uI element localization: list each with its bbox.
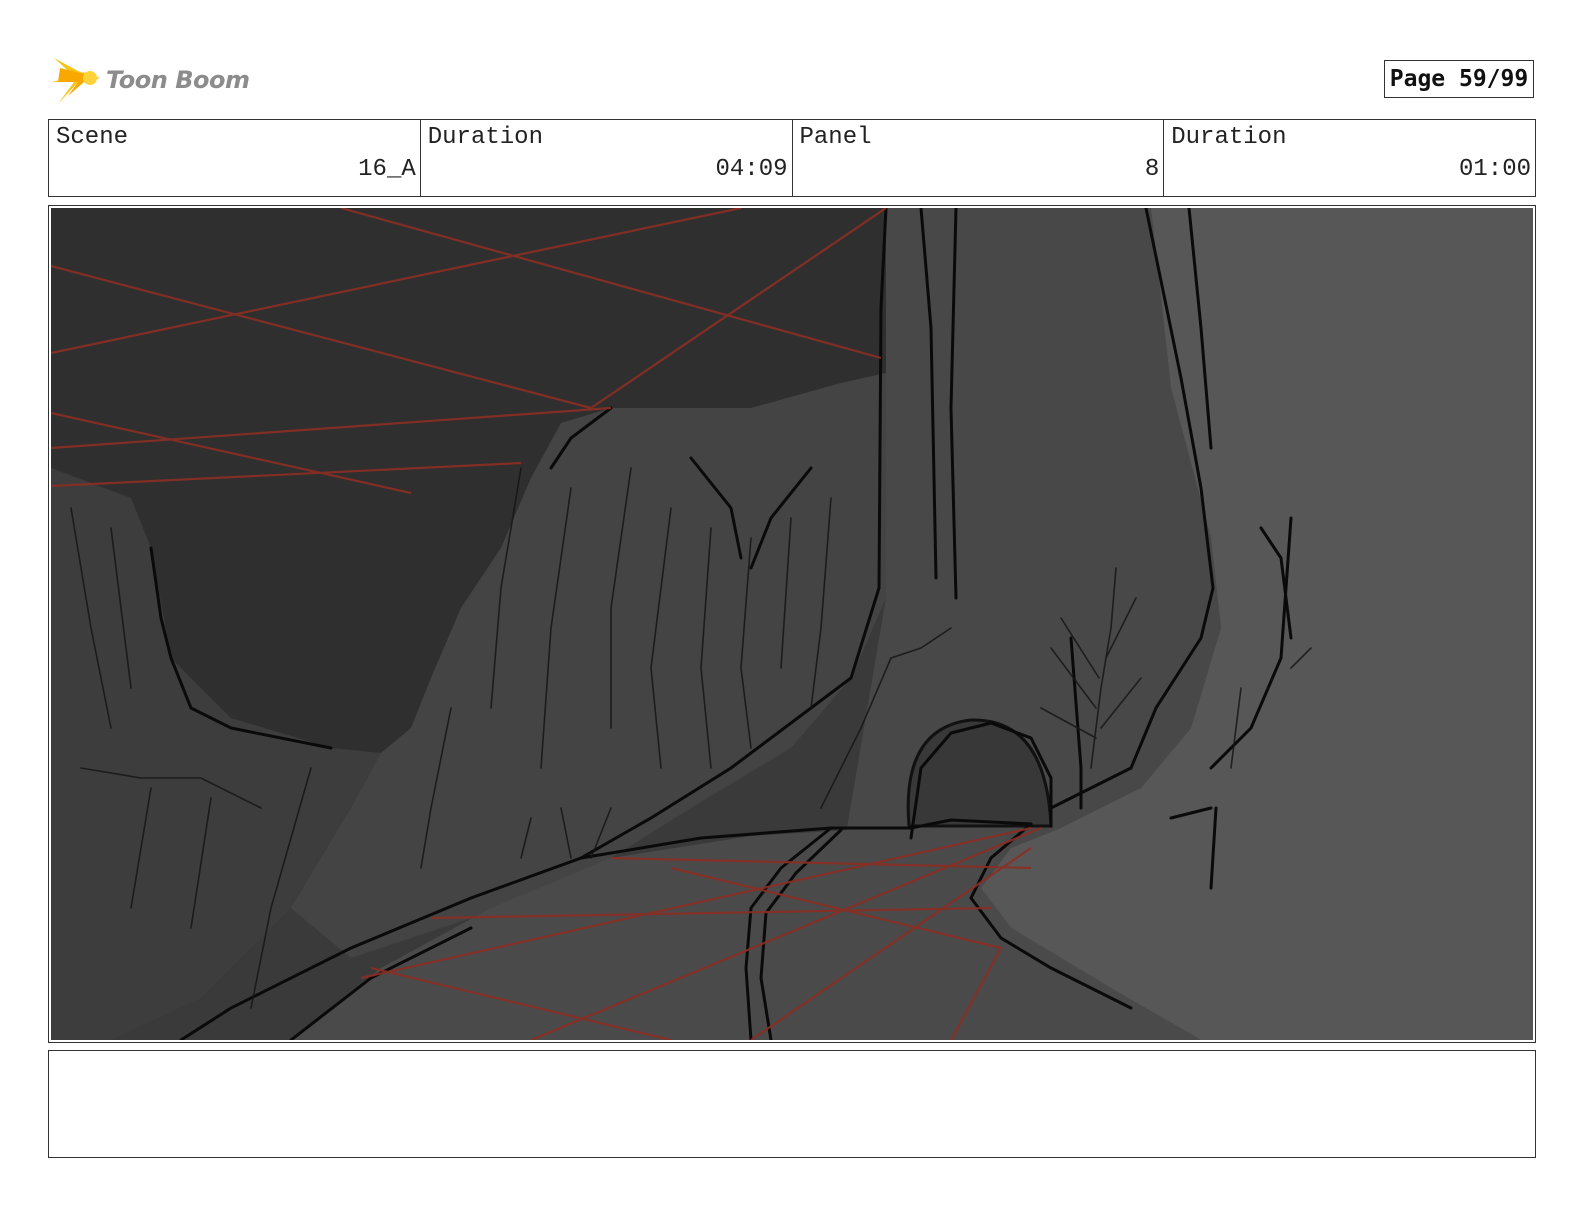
scene-info-table: Scene 16_A Duration 04:09 Panel 8 Durati…	[48, 119, 1536, 197]
panel-label: Panel	[799, 124, 872, 151]
scene-duration-cell: Duration 04:09	[421, 120, 793, 196]
scene-cell: Scene 16_A	[49, 120, 421, 196]
panel-duration-cell: Duration 01:00	[1164, 120, 1535, 196]
toon-boom-logo: Toon Boom	[50, 52, 250, 110]
scene-label: Scene	[56, 124, 129, 151]
page-number: Page 59/99	[1384, 60, 1534, 98]
panel-duration-label: Duration	[1171, 124, 1287, 151]
logo-text: Toon Boom	[106, 66, 250, 94]
scene-duration-value: 04:09	[715, 156, 788, 183]
scene-duration-label: Duration	[427, 124, 543, 151]
storyboard-panel	[48, 205, 1536, 1043]
panel-notes-box	[48, 1050, 1536, 1158]
panel-value: 8	[1144, 156, 1160, 183]
storyboard-sketch	[51, 208, 1533, 1040]
starburst-logo-icon	[52, 58, 100, 104]
panel-duration-value: 01:00	[1458, 156, 1531, 183]
panel-cell: Panel 8	[793, 120, 1165, 196]
scene-value: 16_A	[358, 156, 416, 183]
